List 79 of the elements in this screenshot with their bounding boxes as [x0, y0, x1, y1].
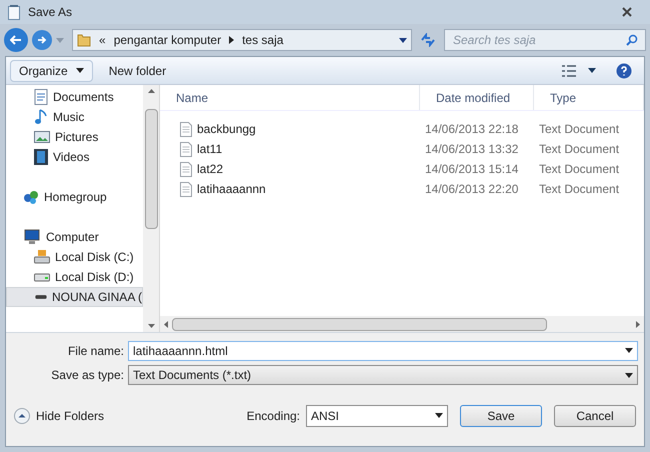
date-cell-text: 14/06/2013 22:20 — [424, 181, 520, 198]
address-bar[interactable]: « pengantar komputer tes saja — [72, 29, 412, 51]
breadcrumb[interactable]: tes saja — [242, 31, 284, 49]
text-file-icon — [180, 142, 192, 156]
sidebar-item[interactable]: Music — [6, 107, 143, 127]
film-icon — [34, 149, 48, 165]
file-name[interactable]: lat22 — [197, 160, 224, 178]
notepad-icon — [8, 4, 20, 20]
dropdown-arrow-icon — [625, 348, 633, 353]
folder-icon — [77, 33, 91, 47]
close-icon — [622, 7, 632, 17]
sidebar-item[interactable]: Homegroup — [6, 187, 143, 207]
scroll-down-icon — [148, 324, 154, 328]
search-field[interactable]: Search tes saja — [444, 29, 646, 51]
hide-folders-button[interactable]: Hide Folders — [14, 406, 104, 424]
arrow-right-icon — [37, 36, 47, 44]
text-file-icon — [180, 182, 192, 196]
column-header[interactable]: Type — [534, 85, 644, 110]
save-button[interactable]: Save — [460, 404, 542, 426]
file-name-label: File name: — [66, 343, 124, 360]
file-name[interactable]: lat11 — [197, 140, 222, 158]
drive-icon — [34, 272, 50, 282]
date-cell-text: 14/06/2013 13:32 — [424, 141, 520, 158]
sidebar-item[interactable]: Pictures — [6, 127, 143, 147]
collapse-icon — [14, 408, 30, 424]
cancel-button[interactable]: Cancel — [554, 404, 636, 426]
music-note-icon — [34, 109, 48, 125]
sidebar-item[interactable]: Local Disk (D:) — [6, 267, 143, 287]
homegroup-icon — [23, 189, 39, 205]
back-button[interactable] — [4, 28, 28, 52]
file-name[interactable]: latihaaaannn — [197, 180, 266, 198]
search-icon — [626, 34, 638, 46]
removable-drive-icon — [35, 293, 47, 301]
window-title: Save As — [28, 4, 72, 21]
dropdown-arrow-icon — [435, 413, 443, 418]
organize-button[interactable]: Organize — [10, 60, 93, 82]
type-cell-text: Text Document — [538, 121, 620, 138]
date-cell-text: 14/06/2013 22:18 — [424, 121, 520, 138]
scroll-right-icon — [636, 320, 640, 328]
save-as-type-label: Save as type: — [50, 367, 124, 384]
text-file-icon — [180, 122, 192, 136]
breadcrumb[interactable]: pengantar komputer — [114, 31, 222, 49]
computer-icon — [23, 229, 41, 245]
refresh-icon[interactable] — [420, 33, 436, 47]
encoding-dropdown[interactable]: ANSI — [306, 404, 448, 426]
date-cell-text: 14/06/2013 15:14 — [424, 161, 520, 178]
sidebar-item[interactable]: NOUNA GINAA ( — [6, 287, 143, 307]
overflow-crumb[interactable]: « — [99, 31, 106, 49]
sidebar-scrollbar[interactable] — [143, 85, 159, 332]
type-cell-text: Text Document — [538, 161, 620, 178]
save-as-type-dropdown[interactable]: Text Documents (*.txt) — [128, 365, 638, 385]
arrow-left-icon — [10, 35, 22, 45]
column-header[interactable]: Name — [160, 85, 420, 110]
document-icon — [34, 89, 48, 105]
drive-icon — [34, 250, 50, 264]
column-header[interactable]: Date modified — [420, 85, 534, 110]
sidebar-item[interactable]: Videos — [6, 147, 143, 167]
help-icon[interactable] — [616, 62, 632, 78]
new-folder-button[interactable]: New folder — [104, 60, 170, 82]
picture-frame-icon — [34, 130, 50, 144]
chevron-right-icon[interactable] — [229, 36, 234, 44]
encoding-label: Encoding: — [246, 408, 300, 424]
type-cell-text: Text Document — [538, 141, 620, 158]
dropdown-arrow-icon — [625, 372, 633, 378]
file-name-field[interactable]: latihaaaannn.html — [128, 341, 638, 361]
horizontal-scrollbar[interactable] — [160, 316, 644, 332]
scroll-up-icon — [148, 89, 154, 93]
dropdown-arrow-icon[interactable] — [588, 68, 596, 73]
sidebar-item[interactable]: Local Disk (C:) — [6, 247, 143, 267]
type-cell-text: Text Document — [538, 181, 620, 198]
forward-button[interactable] — [32, 30, 52, 50]
view-options-icon[interactable] — [562, 64, 576, 76]
scroll-left-icon — [164, 320, 168, 328]
sidebar-item[interactable]: Documents — [6, 87, 143, 107]
file-name[interactable]: backbungg — [197, 120, 256, 138]
dropdown-arrow-icon — [76, 68, 84, 73]
dropdown-arrow-icon[interactable] — [399, 38, 407, 42]
text-file-icon — [180, 162, 192, 176]
sidebar-item[interactable]: Computer — [6, 227, 143, 247]
